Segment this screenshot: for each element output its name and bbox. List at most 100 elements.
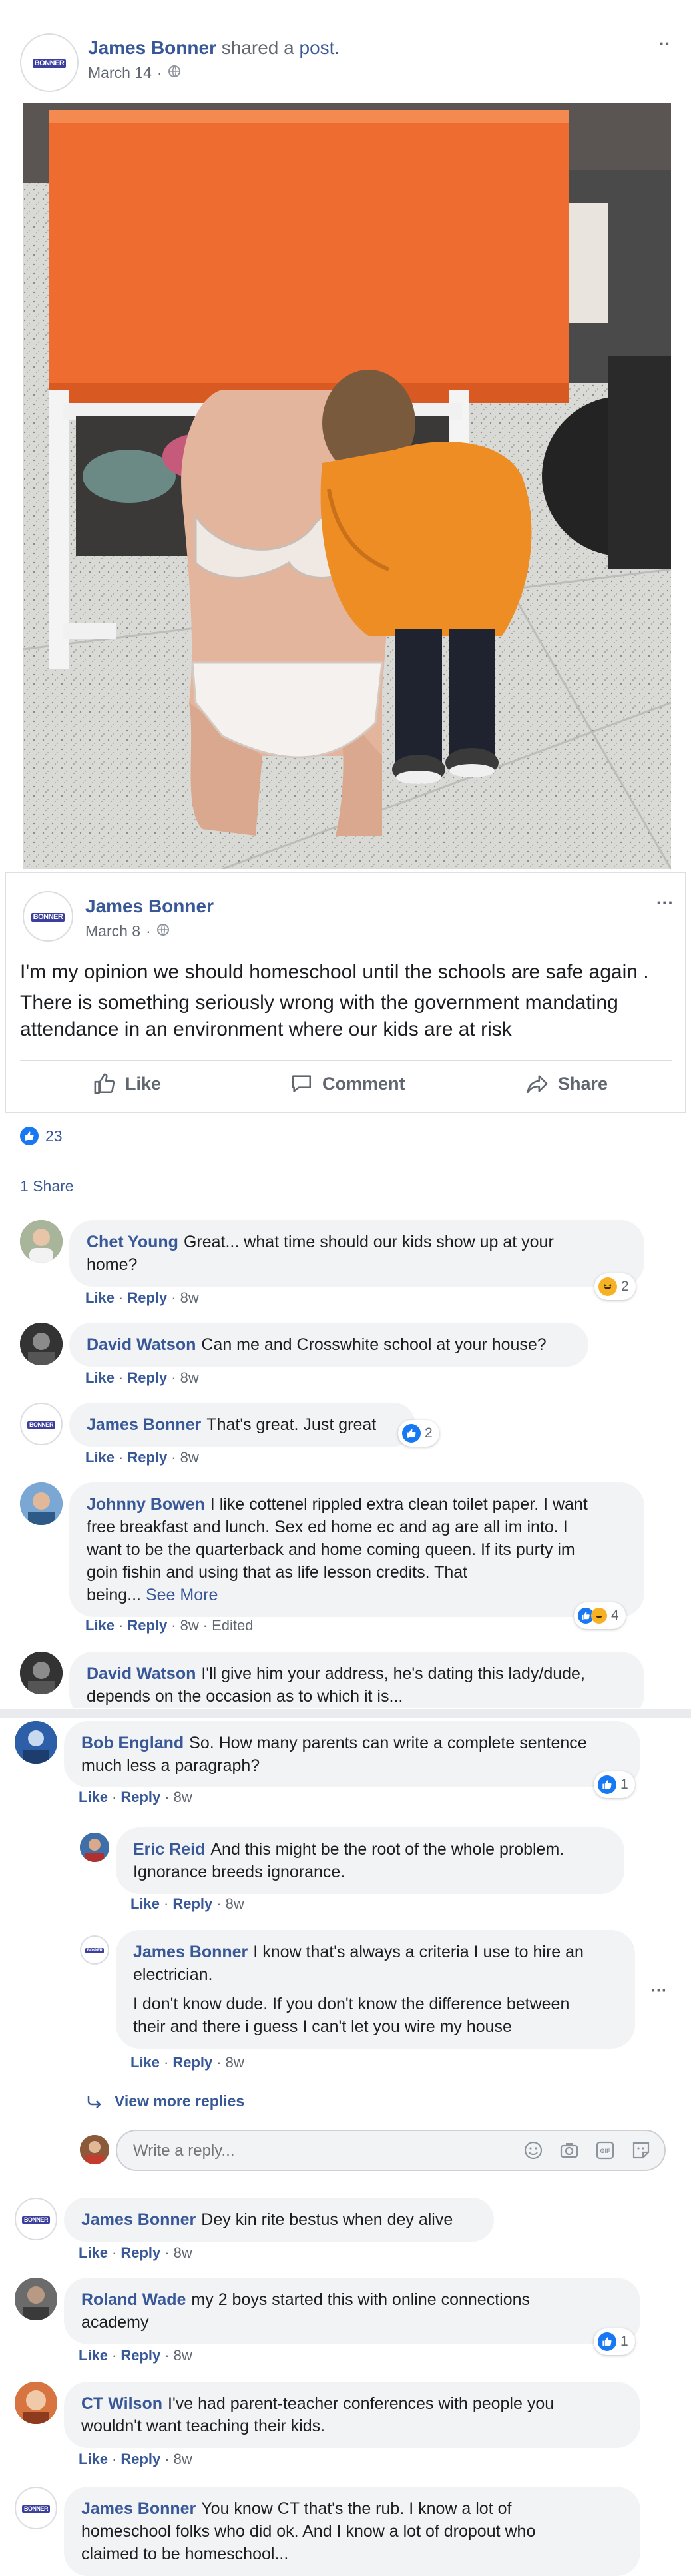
gif-icon[interactable]: GIF <box>595 2140 615 2164</box>
comment-age[interactable]: 8w <box>180 1449 199 1466</box>
comment-like-link[interactable]: Like <box>79 2451 108 2467</box>
sticker-icon[interactable] <box>631 2140 651 2164</box>
comment-age[interactable]: 8w <box>226 1895 244 1912</box>
comment-like-link[interactable]: Like <box>130 2054 160 2071</box>
comment-reactions[interactable]: 2 <box>398 1420 439 1447</box>
reactions-summary[interactable]: 23 <box>20 1127 63 1145</box>
comment-reply-link[interactable]: Reply <box>172 1895 212 1912</box>
thumbs-up-icon <box>598 1775 616 1794</box>
avatar-logo-text: BONNER <box>21 2216 50 2224</box>
commenter-name[interactable]: Bob England <box>81 1734 184 1752</box>
share-arrow-icon <box>527 1075 548 1094</box>
original-post-menu-button[interactable]: ··· <box>656 892 674 913</box>
author-avatar[interactable]: BONNER <box>20 33 79 92</box>
emoji-icon[interactable] <box>523 2140 543 2164</box>
comment-reactions[interactable]: 2 <box>594 1273 636 1300</box>
comment-like-link[interactable]: Like <box>85 1369 115 1386</box>
commenter-avatar[interactable]: BONNER <box>15 2487 57 2529</box>
thumbs-up-icon <box>402 1424 421 1443</box>
comment-age[interactable]: 8w <box>174 2347 192 2364</box>
commenter-avatar[interactable] <box>20 1652 63 1694</box>
comment-like-link[interactable]: Like <box>85 1289 115 1306</box>
comment-text: free breakfast and lunch. Sex ed home ec… <box>87 1518 568 1536</box>
commenter-name[interactable]: CT Wilson <box>81 2394 162 2413</box>
comment-bubble: CT Wilson I've had parent-teacher confere… <box>64 2382 640 2448</box>
commenter-avatar[interactable] <box>20 1323 63 1365</box>
comment-text: their and there i guess I can't let you … <box>133 2017 512 2036</box>
reply-menu-button[interactable]: ··· <box>651 1982 667 2001</box>
comment-actions: Like · Reply · 8w <box>85 1289 199 1306</box>
commenter-avatar[interactable] <box>15 2382 57 2424</box>
commenter-avatar[interactable]: BONNER <box>20 1403 63 1445</box>
share-count[interactable]: 1 Share <box>20 1177 74 1195</box>
comment-age[interactable]: 8w <box>174 2244 192 2261</box>
commenter-name[interactable]: James Bonner <box>133 1943 248 1961</box>
comment-age[interactable]: 8w <box>180 1289 199 1306</box>
comment-text: Great... what time should our kids show … <box>183 1233 554 1251</box>
reply-input-box[interactable]: GIF <box>116 2130 666 2171</box>
commenter-avatar[interactable] <box>20 1220 63 1263</box>
comment-text: my 2 boys started this with online conne… <box>191 2290 531 2309</box>
commenter-avatar[interactable] <box>15 1721 57 1764</box>
original-author-name[interactable]: James Bonner <box>85 896 214 917</box>
comment-reply-link[interactable]: Reply <box>127 1617 167 1634</box>
comment-reply-link[interactable]: Reply <box>127 1369 167 1386</box>
comment-age[interactable]: 8w <box>174 2451 192 2467</box>
svg-text:GIF: GIF <box>600 2148 611 2154</box>
comment-reply-link[interactable]: Reply <box>120 1789 160 1805</box>
comment-reply-link[interactable]: Reply <box>120 2244 160 2261</box>
comment-reactions[interactable]: 1 <box>594 1771 635 1798</box>
comment-like-link[interactable]: Like <box>79 1789 108 1805</box>
commenter-avatar[interactable]: BONNER <box>80 1935 109 1965</box>
comment-reply-link[interactable]: Reply <box>120 2451 160 2467</box>
comment-like-link[interactable]: Like <box>85 1617 115 1634</box>
camera-icon[interactable] <box>559 2140 579 2164</box>
view-more-replies-link[interactable]: View more replies <box>87 2093 244 2110</box>
commenter-name[interactable]: James Bonner <box>81 2210 196 2229</box>
comment-reactions[interactable]: 4 <box>574 1602 626 1629</box>
commenter-avatar[interactable] <box>15 2278 57 2320</box>
commenter-avatar[interactable] <box>80 1833 109 1862</box>
comment-reply-link[interactable]: Reply <box>172 2054 212 2071</box>
comment-like-link[interactable]: Like <box>85 1449 115 1466</box>
post-photo[interactable] <box>23 103 671 869</box>
comment-age[interactable]: 8w <box>174 1789 192 1805</box>
share-button[interactable]: Share <box>526 1072 608 1095</box>
post-link[interactable]: post. <box>300 37 340 58</box>
commenter-name[interactable]: Johnny Bowen <box>87 1495 205 1514</box>
commenter-name[interactable]: Eric Reid <box>133 1840 205 1859</box>
current-user-avatar <box>80 2135 109 2164</box>
post-menu-button[interactable]: ·· <box>659 33 670 54</box>
commenter-name[interactable]: James Bonner <box>81 2499 196 2518</box>
post-date[interactable]: March 14 <box>88 64 152 82</box>
comment-like-link[interactable]: Like <box>130 1895 160 1912</box>
comment-like-link[interactable]: Like <box>79 2347 108 2364</box>
comment-text: That's great. Just great <box>206 1415 377 1434</box>
comment-age[interactable]: 8w <box>226 2054 244 2071</box>
reply-input[interactable] <box>133 2139 479 2163</box>
comment-text: I've had parent-teacher conferences with… <box>168 2394 555 2413</box>
original-post-date[interactable]: March 8 <box>85 922 140 940</box>
comment-like-link[interactable]: Like <box>79 2244 108 2261</box>
commenter-avatar[interactable] <box>20 1482 63 1525</box>
avatar-logo-text: BONNER <box>85 1948 104 1953</box>
commenter-avatar[interactable]: BONNER <box>15 2198 57 2240</box>
commenter-name[interactable]: James Bonner <box>87 1415 201 1434</box>
like-button[interactable]: Like <box>93 1072 161 1095</box>
comment-reactions[interactable]: 1 <box>594 2328 635 2355</box>
commenter-name[interactable]: David Watson <box>87 1335 196 1354</box>
comment-age[interactable]: 8w <box>180 1617 199 1634</box>
see-more-link[interactable]: See More <box>146 1586 218 1604</box>
comment-age[interactable]: 8w <box>180 1369 199 1386</box>
comment-button[interactable]: Comment <box>290 1072 405 1095</box>
commenter-name[interactable]: Roland Wade <box>81 2290 186 2309</box>
comment-reply-link[interactable]: Reply <box>120 2347 160 2364</box>
commenter-name[interactable]: David Watson <box>87 1664 196 1683</box>
commenter-name[interactable]: Chet Young <box>87 1233 178 1251</box>
comment-reply-link[interactable]: Reply <box>127 1289 167 1306</box>
reaction-count: 4 <box>611 1608 619 1623</box>
comment-bubble: David Watson Can me and Crosswhite school… <box>69 1323 588 1367</box>
comment-reply-link[interactable]: Reply <box>127 1449 167 1466</box>
author-name[interactable]: James Bonner <box>88 37 216 58</box>
original-author-avatar[interactable]: BONNER <box>23 891 73 942</box>
